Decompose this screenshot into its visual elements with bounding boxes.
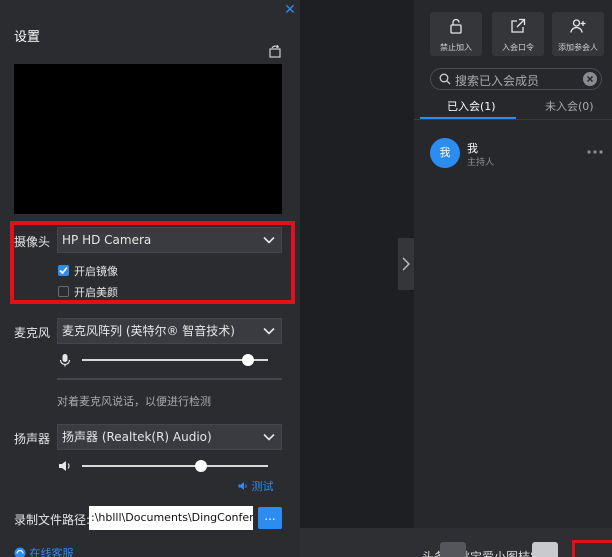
speaker-test-link[interactable]: 测试	[238, 478, 274, 494]
microphone-icon	[59, 354, 71, 367]
avatar: 我	[430, 138, 460, 168]
microphone-select-value: 麦克风阵列 (英特尔® 智音技术)	[62, 324, 235, 338]
clear-search-button[interactable]	[583, 72, 597, 86]
speaker-test-label: 测试	[251, 480, 274, 493]
bottom-toolbar-button[interactable]	[532, 542, 558, 557]
member-search-input[interactable]: 搜索已入会成员	[430, 68, 602, 90]
share-icon	[511, 18, 526, 33]
settings-panel: ✕ 设置 摄像头 HP HD Camera 开启镜像 开启美颜 麦克风 麦克风阵…	[0, 0, 300, 557]
mirror-label: 开启镜像	[74, 265, 118, 278]
add-user-icon	[570, 19, 586, 33]
microphone-label: 麦克风	[14, 326, 51, 340]
beauty-checkbox[interactable]	[58, 286, 69, 297]
online-support-link[interactable]: 在线客服	[14, 545, 74, 557]
tab-not-joined[interactable]: 未入会(0)	[545, 98, 594, 114]
collapse-panel-button[interactable]	[398, 238, 414, 290]
add-participant-button[interactable]: 添加参会人	[552, 12, 604, 56]
chevron-down-icon	[263, 236, 275, 244]
speaker-icon	[59, 461, 70, 471]
speaker-slider-thumb[interactable]	[195, 460, 208, 472]
lock-meeting-label: 禁止加入	[440, 43, 472, 52]
settings-title: 设置	[14, 30, 41, 45]
lock-icon	[450, 18, 462, 34]
chevron-down-icon	[263, 433, 275, 441]
meeting-password-label: 入会口令	[502, 43, 534, 52]
bottom-toolbar-button[interactable]	[440, 542, 466, 557]
camera-select-value: HP HD Camera	[62, 233, 152, 247]
browse-button[interactable]: ...	[258, 507, 282, 529]
member-role: 主持人	[467, 158, 495, 168]
microphone-slider-track[interactable]	[82, 359, 268, 361]
speaker-slider-track[interactable]	[82, 465, 268, 467]
checkmark-icon	[59, 266, 68, 275]
close-icon[interactable]: ✕	[282, 2, 298, 18]
record-path-input[interactable]: :\hblll\Documents\DingConference	[89, 506, 253, 530]
search-icon	[439, 73, 451, 85]
close-icon	[586, 75, 594, 83]
camera-preview	[14, 64, 282, 214]
lock-meeting-button[interactable]: 禁止加入	[430, 12, 482, 56]
video-area	[300, 0, 414, 557]
search-placeholder: 搜索已入会成员	[455, 74, 540, 88]
record-path-label: 录制文件路径:	[14, 513, 91, 527]
headset-icon	[14, 547, 26, 557]
tab-divider	[414, 119, 612, 120]
member-name: 我	[467, 142, 478, 155]
speaker-select[interactable]: 扬声器 (Realtek(R) Audio)	[57, 424, 282, 450]
microphone-level-meter	[57, 378, 282, 380]
tab-joined[interactable]: 已入会(1)	[447, 98, 496, 114]
speaker-label: 扬声器	[14, 432, 51, 446]
meeting-password-button[interactable]: 入会口令	[492, 12, 544, 56]
add-participant-label: 添加参会人	[558, 43, 598, 52]
active-tab-indicator	[420, 117, 516, 119]
rotate-camera-icon[interactable]	[268, 44, 282, 58]
online-support-label: 在线客服	[29, 547, 74, 557]
camera-label: 摄像头	[14, 235, 51, 249]
microphone-slider-thumb[interactable]	[241, 354, 254, 366]
speaker-test-icon	[238, 482, 247, 490]
chevron-down-icon	[263, 327, 275, 335]
more-icon[interactable]	[586, 149, 604, 155]
settings-button-highlight	[572, 540, 612, 557]
speaker-select-value: 扬声器 (Realtek(R) Audio)	[62, 430, 212, 444]
microphone-hint: 对着麦克风说话，以便进行检测	[57, 395, 211, 408]
mirror-checkbox[interactable]	[58, 265, 69, 276]
beauty-label: 开启美颜	[74, 286, 118, 299]
camera-select[interactable]: HP HD Camera	[57, 227, 282, 253]
chevron-right-icon	[402, 257, 410, 271]
microphone-select[interactable]: 麦克风阵列 (英特尔® 智音技术)	[57, 318, 282, 344]
